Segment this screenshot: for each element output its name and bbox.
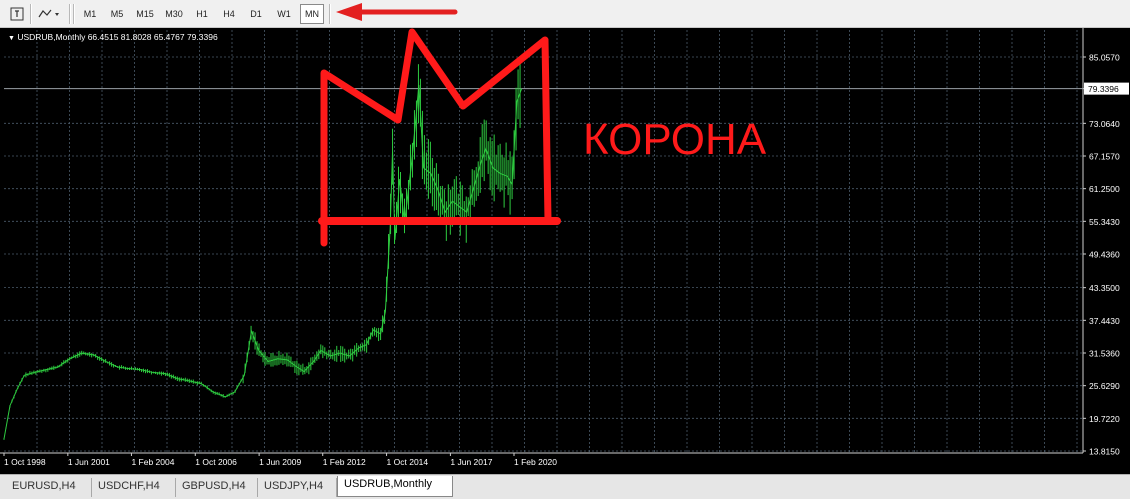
price-tick-label: 37.4430 — [1089, 316, 1120, 326]
arrow-annotation-icon — [336, 3, 458, 21]
timeframe-button-m1[interactable]: M1 — [78, 4, 102, 24]
chart-tab-usdrub-monthly[interactable]: USDRUB,Monthly — [337, 476, 453, 497]
time-tick-label: 1 Oct 2006 — [195, 457, 237, 467]
price-tick-label: 49.4360 — [1089, 250, 1120, 260]
current-price-label: 79.3396 — [1088, 84, 1119, 94]
timeframe-button-d1[interactable]: D1 — [244, 4, 268, 24]
time-tick-label: 1 Jun 2009 — [259, 457, 301, 467]
time-tick-label: 1 Oct 1998 — [4, 457, 46, 467]
timeframe-toolbar: M1 M5 M15 M30 H1 H4 D1 W1 MN — [0, 0, 1130, 28]
chart-tabs: EURUSD,H4 USDCHF,H4 GBPUSD,H4 USDJPY,H4 USDR… — [0, 474, 1130, 499]
price-tick-label: 61.2500 — [1089, 184, 1120, 194]
cursor-icon[interactable] — [6, 4, 28, 24]
timeframe-button-m15[interactable]: M15 — [132, 4, 158, 24]
price-tick-label: 73.0640 — [1089, 119, 1120, 129]
toolbar-separator — [73, 4, 75, 24]
price-tick-label: 25.6290 — [1089, 381, 1120, 391]
chart-header-text: USDRUB,Monthly 66.4515 81.8028 65.4767 7… — [17, 32, 218, 42]
chart-canvas[interactable]: 85.0570 79.3396 73.0640 67.1570 61.2500 55.34… — [0, 28, 1130, 474]
price-tick-label: 43.3500 — [1089, 283, 1120, 293]
price-tick-label: 13.8150 — [1089, 447, 1120, 457]
price-tick-label: 31.5360 — [1089, 348, 1120, 358]
timeframe-button-m30[interactable]: M30 — [160, 4, 188, 24]
terminal-window: M1 M5 M15 M30 H1 H4 D1 W1 MN 85.0570 79.3396 73.06… — [0, 0, 1130, 499]
time-tick-label: 1 Jun 2001 — [68, 457, 110, 467]
price-tick-label: 67.1570 — [1089, 151, 1120, 161]
chart-tab-usdjpy-h4[interactable]: USDJPY,H4 — [258, 478, 337, 497]
time-tick-label: 1 Jun 2017 — [450, 457, 492, 467]
chart-tab-gbpusd-h4[interactable]: GBPUSD,H4 — [176, 478, 258, 497]
toolbar-separator — [30, 4, 32, 24]
timeframe-button-w1[interactable]: W1 — [272, 4, 296, 24]
price-tick-label: 85.0570 — [1089, 53, 1120, 63]
timeframe-button-h1[interactable]: H1 — [190, 4, 214, 24]
time-tick-label: 1 Feb 2004 — [131, 457, 174, 467]
crown-annotation-text: КОРОНА — [583, 115, 767, 164]
chart-tab-eurusd-h4[interactable]: EURUSD,H4 — [6, 478, 92, 497]
timeframe-button-m5[interactable]: M5 — [105, 4, 129, 24]
time-tick-label: 1 Feb 2020 — [514, 457, 557, 467]
time-tick-label: 1 Feb 2012 — [323, 457, 366, 467]
timeframe-button-mn[interactable]: MN — [300, 4, 324, 24]
chart-tab-usdchf-h4[interactable]: USDCHF,H4 — [92, 478, 176, 497]
chart-collapse-icon[interactable]: ▼ — [8, 35, 15, 42]
time-tick-label: 1 Oct 2014 — [387, 457, 429, 467]
timeframe-button-h4[interactable]: H4 — [217, 4, 241, 24]
toolbar-separator — [69, 4, 71, 24]
price-chart[interactable]: 85.0570 79.3396 73.0640 67.1570 61.2500 55.34… — [0, 28, 1130, 474]
line-tools-icon[interactable] — [35, 4, 63, 24]
price-tick-label: 19.7220 — [1089, 414, 1120, 424]
chart-header: ▼ USDRUB,Monthly 66.4515 81.8028 65.4767… — [8, 32, 218, 42]
price-tick-label: 55.3430 — [1089, 217, 1120, 227]
